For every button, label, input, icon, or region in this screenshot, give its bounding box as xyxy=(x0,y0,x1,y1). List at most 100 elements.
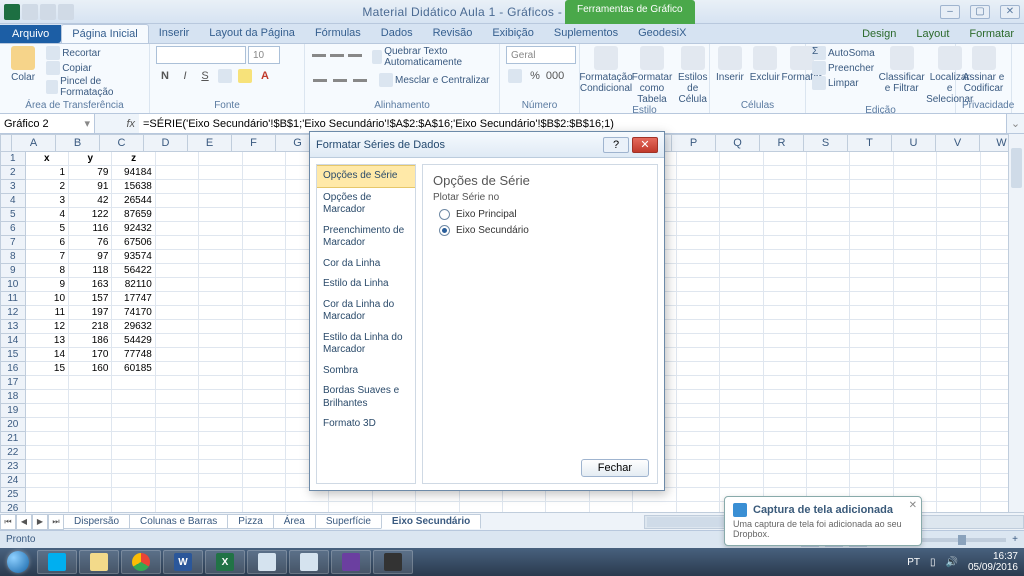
cell[interactable] xyxy=(199,390,242,404)
cell[interactable] xyxy=(720,264,763,278)
cell[interactable]: 5 xyxy=(26,222,69,236)
cell[interactable]: 15638 xyxy=(112,180,155,194)
dialog-help-button[interactable]: ? xyxy=(603,137,629,153)
cell[interactable] xyxy=(720,250,763,264)
cell[interactable] xyxy=(199,278,242,292)
sheet-last-button[interactable]: ⏭ xyxy=(48,514,64,530)
cell[interactable]: 54429 xyxy=(112,334,155,348)
cell[interactable] xyxy=(199,404,242,418)
cell[interactable] xyxy=(807,376,850,390)
cell[interactable] xyxy=(677,292,720,306)
cell[interactable] xyxy=(677,390,720,404)
align-center-button[interactable] xyxy=(331,71,349,89)
cell[interactable] xyxy=(677,432,720,446)
minimize-button[interactable]: – xyxy=(940,5,960,19)
cell[interactable] xyxy=(764,180,807,194)
cell[interactable] xyxy=(807,152,850,166)
row-header[interactable]: 26 xyxy=(0,502,26,512)
cell[interactable] xyxy=(937,320,980,334)
cell[interactable] xyxy=(112,432,155,446)
cell[interactable] xyxy=(590,502,633,512)
tab-layout-da-página[interactable]: Layout da Página xyxy=(199,24,305,43)
cell[interactable] xyxy=(243,474,286,488)
cell[interactable] xyxy=(807,208,850,222)
cell[interactable]: 74170 xyxy=(112,306,155,320)
cell[interactable] xyxy=(156,152,199,166)
taskbar-skype[interactable] xyxy=(37,550,77,574)
cell[interactable] xyxy=(937,362,980,376)
tray-lang[interactable]: PT xyxy=(907,557,920,568)
cell[interactable]: 6 xyxy=(26,236,69,250)
cell[interactable] xyxy=(894,194,937,208)
cell[interactable]: 91 xyxy=(69,180,112,194)
cell[interactable]: 4 xyxy=(26,208,69,222)
merge-center-button[interactable]: Mesclar e Centralizar xyxy=(379,71,489,89)
cell[interactable] xyxy=(156,334,199,348)
font-name-combo[interactable] xyxy=(156,46,246,64)
row-header[interactable]: 3 xyxy=(0,180,26,194)
cell[interactable] xyxy=(243,348,286,362)
dialog-category[interactable]: Preenchimento de Marcador xyxy=(317,221,415,254)
align-right-button[interactable] xyxy=(351,71,369,89)
cell[interactable] xyxy=(764,390,807,404)
currency-button[interactable] xyxy=(506,67,524,85)
cell[interactable] xyxy=(937,194,980,208)
row-header[interactable]: 1 xyxy=(0,152,26,166)
cell[interactable] xyxy=(937,488,980,502)
cell[interactable] xyxy=(243,250,286,264)
cell[interactable] xyxy=(937,250,980,264)
cell[interactable] xyxy=(199,264,242,278)
cell[interactable]: 76 xyxy=(69,236,112,250)
sheet-prev-button[interactable]: ◀ xyxy=(16,514,32,530)
cell[interactable] xyxy=(807,166,850,180)
font-size-combo[interactable]: 10 xyxy=(248,46,280,64)
cell[interactable] xyxy=(199,152,242,166)
insert-cells-button[interactable]: Inserir xyxy=(716,46,744,83)
cell[interactable] xyxy=(937,236,980,250)
cell[interactable] xyxy=(807,306,850,320)
cell[interactable] xyxy=(764,404,807,418)
cell[interactable] xyxy=(850,292,893,306)
row-header[interactable]: 24 xyxy=(0,474,26,488)
cell[interactable] xyxy=(26,460,69,474)
cell[interactable] xyxy=(764,194,807,208)
cell[interactable] xyxy=(764,362,807,376)
cell[interactable] xyxy=(720,348,763,362)
cell[interactable] xyxy=(243,432,286,446)
tab-file[interactable]: Arquivo xyxy=(0,25,61,43)
cell[interactable] xyxy=(156,306,199,320)
cell[interactable]: 160 xyxy=(69,362,112,376)
cell[interactable] xyxy=(764,250,807,264)
sign-encode-button[interactable]: Assinar e Codificar xyxy=(962,46,1005,94)
cell[interactable] xyxy=(112,488,155,502)
redo-icon[interactable] xyxy=(58,4,74,20)
cell[interactable] xyxy=(199,250,242,264)
cell[interactable] xyxy=(807,390,850,404)
cell[interactable] xyxy=(156,390,199,404)
cell[interactable] xyxy=(416,502,459,512)
cell[interactable] xyxy=(69,474,112,488)
bold-button[interactable]: N xyxy=(156,67,174,85)
zoom-knob[interactable] xyxy=(958,535,966,545)
cell[interactable] xyxy=(764,166,807,180)
tab-exibição[interactable]: Exibição xyxy=(482,24,544,43)
row-header[interactable]: 9 xyxy=(0,264,26,278)
autosum-button[interactable]: ΣAutoSoma xyxy=(812,46,875,60)
cell[interactable] xyxy=(850,180,893,194)
cell[interactable] xyxy=(894,390,937,404)
align-left-button[interactable] xyxy=(311,71,329,89)
toast-close-icon[interactable]: ✕ xyxy=(909,500,917,511)
font-color-button[interactable]: A xyxy=(256,67,274,85)
cell[interactable] xyxy=(894,278,937,292)
cell[interactable] xyxy=(26,446,69,460)
cell[interactable] xyxy=(112,460,155,474)
cell[interactable] xyxy=(199,306,242,320)
cell[interactable] xyxy=(764,306,807,320)
cell[interactable] xyxy=(764,292,807,306)
cell[interactable] xyxy=(720,334,763,348)
cell[interactable] xyxy=(764,222,807,236)
cell[interactable] xyxy=(937,502,980,512)
cell[interactable] xyxy=(807,348,850,362)
cell[interactable] xyxy=(764,278,807,292)
cell[interactable] xyxy=(850,460,893,474)
